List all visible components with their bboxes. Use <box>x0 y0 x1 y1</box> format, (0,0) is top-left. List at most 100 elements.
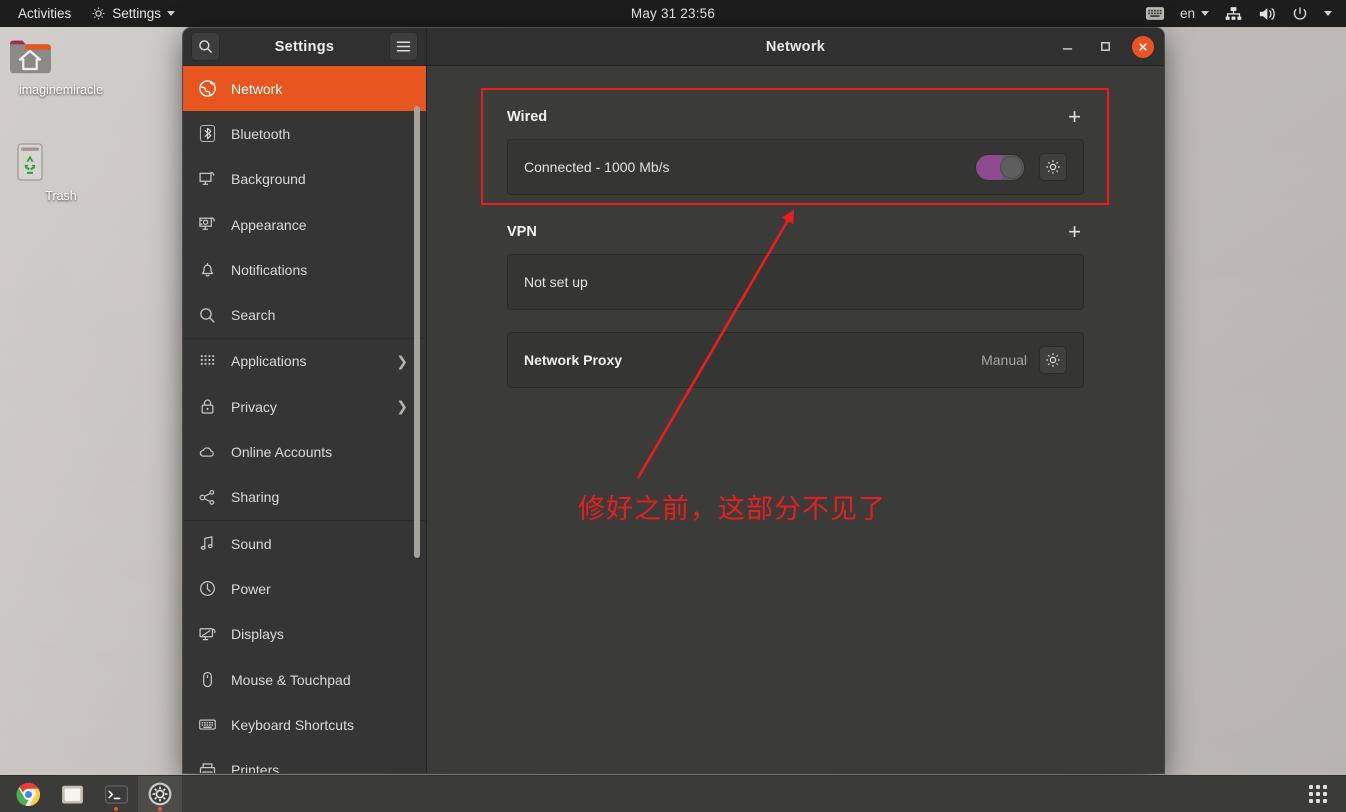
sidebar-item-label: Sharing <box>231 489 280 506</box>
sidebar-item-notifications[interactable]: Notifications <box>183 247 426 292</box>
sidebar-item-label: Displays <box>231 626 284 643</box>
bell-icon <box>197 260 217 280</box>
sidebar-item-displays[interactable]: Displays <box>183 612 426 657</box>
proxy-row: Network Proxy Manual <box>508 333 1083 387</box>
sidebar-scrollbar[interactable] <box>414 66 423 773</box>
sidebar-item-label: Online Accounts <box>231 444 333 461</box>
power-indicator[interactable] <box>1284 3 1340 25</box>
volume-indicator[interactable] <box>1250 3 1284 25</box>
network-indicator[interactable] <box>1217 3 1250 24</box>
clock-button[interactable]: May 31 23:56 <box>621 3 725 24</box>
chevron-right-icon: ❯ <box>396 398 408 415</box>
gear-icon <box>1045 352 1061 368</box>
sidebar-item-label: Power <box>231 580 271 597</box>
dock-item-google-chrome[interactable] <box>6 776 50 812</box>
wired-status-label: Connected - 1000 Mb/s <box>524 159 670 175</box>
vpn-section-title: VPN <box>507 224 537 240</box>
top-bar: Activities Settings May 31 23:56 en <box>0 0 1346 27</box>
wired-settings-button[interactable] <box>1039 153 1067 181</box>
app-menu-label: Settings <box>112 6 162 21</box>
toggle-knob <box>1000 155 1023 179</box>
proxy-card[interactable]: Network Proxy Manual <box>507 332 1084 388</box>
screen: imaginemiracle Trash Activities Settings… <box>0 0 1346 812</box>
running-indicator <box>114 806 118 811</box>
apps-grid-icon <box>197 351 217 371</box>
bluetooth-icon <box>197 124 217 144</box>
app-menu-button[interactable]: Settings <box>81 3 185 24</box>
window-body: Network Bluetooth Background Appearance … <box>183 66 1164 773</box>
sidebar-item-keyboard-shortcuts[interactable]: Keyboard Shortcuts <box>183 702 426 747</box>
sidebar-item-sharing[interactable]: Sharing <box>183 475 426 520</box>
sidebar-item-applications[interactable]: Applications ❯ <box>183 339 426 384</box>
sidebar-item-label: Printers <box>231 762 280 773</box>
sidebar-item-printers[interactable]: Printers <box>183 747 426 773</box>
sidebar-item-label: Background <box>231 171 306 188</box>
wired-network-icon <box>1225 6 1242 21</box>
maximize-button[interactable] <box>1094 36 1116 58</box>
keyboard-icon <box>1146 7 1164 20</box>
clock-label: May 31 23:56 <box>630 6 716 21</box>
chevron-down-icon <box>1201 11 1209 16</box>
add-wired-button[interactable]: + <box>1065 106 1084 128</box>
sidebar-item-online-accounts[interactable]: Online Accounts <box>183 429 426 474</box>
desktop-icon-home[interactable]: imaginemiracle <box>6 32 116 97</box>
sidebar-item-mouse-touchpad[interactable]: Mouse & Touchpad <box>183 657 426 702</box>
volume-icon <box>1258 6 1276 22</box>
sidebar-item-appearance[interactable]: Appearance <box>183 202 426 247</box>
keyboard-icon <box>197 715 217 735</box>
hamburger-menu-icon <box>396 40 411 53</box>
sidebar-item-network[interactable]: Network <box>183 66 426 112</box>
sidebar-item-privacy[interactable]: Privacy ❯ <box>183 384 426 429</box>
proxy-settings-button[interactable] <box>1039 346 1067 374</box>
wired-connection-row: Connected - 1000 Mb/s <box>508 140 1083 194</box>
mouse-icon <box>197 670 217 690</box>
power-icon <box>1292 6 1308 22</box>
search-icon <box>198 39 213 54</box>
sidebar-item-bluetooth[interactable]: Bluetooth <box>183 111 426 156</box>
files-icon <box>61 785 83 803</box>
sidebar-item-label: Privacy <box>231 398 277 415</box>
vpn-row: Not set up <box>508 255 1083 309</box>
share-icon <box>197 487 217 507</box>
chevron-down-icon <box>1324 11 1332 16</box>
search-button[interactable] <box>191 32 220 61</box>
sidebar-item-sound[interactable]: Sound <box>183 521 426 566</box>
sidebar-scrollbar-thumb[interactable] <box>414 106 420 558</box>
settings-window: Settings Network Network Bluetooth Backg… <box>183 28 1164 773</box>
vpn-section: VPN + Not set up <box>507 221 1084 310</box>
language-indicator[interactable]: en <box>1172 3 1217 24</box>
close-button[interactable] <box>1132 35 1154 58</box>
dock-apps <box>0 775 182 812</box>
main-menu-button[interactable] <box>388 32 418 61</box>
monitor-icon <box>197 169 217 189</box>
wired-section-title: Wired <box>507 109 548 125</box>
sidebar-item-search[interactable]: Search <box>183 292 426 337</box>
show-applications-button[interactable] <box>1296 776 1340 812</box>
dock-item-settings[interactable] <box>138 775 182 812</box>
minimize-button[interactable] <box>1056 36 1078 58</box>
wired-toggle[interactable] <box>975 153 1025 181</box>
sidebar-item-label: Sound <box>231 535 272 552</box>
sidebar-item-power[interactable]: Power <box>183 566 426 611</box>
sidebar-item-label: Search <box>231 307 276 324</box>
dock-item-terminal[interactable] <box>94 776 138 812</box>
dock-item-files[interactable] <box>50 776 94 812</box>
home-folder-icon <box>10 40 51 74</box>
desktop-icon-trash[interactable]: Trash <box>6 138 116 203</box>
gear-icon <box>91 6 106 21</box>
keyboard-indicator[interactable] <box>1138 4 1172 23</box>
desktop-icon-label: Trash <box>45 189 77 203</box>
add-vpn-button[interactable]: + <box>1065 221 1084 243</box>
sidebar-item-label: Appearance <box>231 216 307 233</box>
window-header: Network <box>427 28 1164 65</box>
apps-grid-icon <box>1309 785 1327 803</box>
sidebar-item-label: Applications <box>231 353 307 370</box>
proxy-title-label: Network Proxy <box>524 352 623 368</box>
chrome-icon <box>15 782 40 806</box>
terminal-icon <box>104 784 128 804</box>
wired-card: Connected - 1000 Mb/s <box>507 139 1084 195</box>
globe-icon <box>197 79 217 99</box>
sidebar-item-background[interactable]: Background <box>183 157 426 202</box>
activities-button[interactable]: Activities <box>8 3 81 24</box>
proxy-value-label: Manual <box>981 352 1027 368</box>
